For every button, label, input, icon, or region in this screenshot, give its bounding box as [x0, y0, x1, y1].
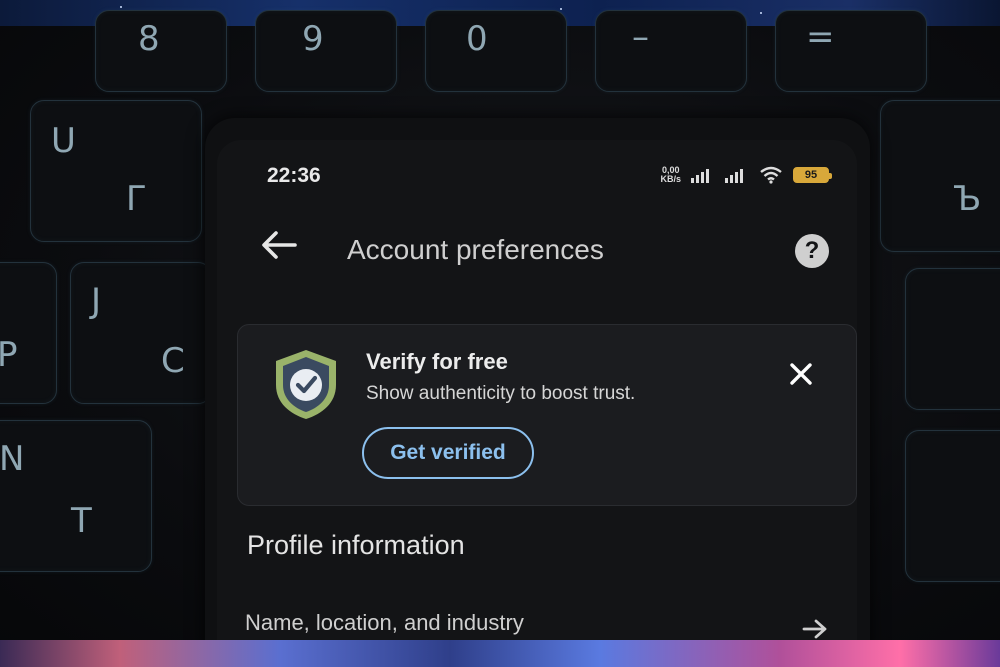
- key-label: 0: [466, 19, 488, 59]
- key-label: Г: [126, 179, 147, 219]
- keyboard-key: P: [0, 262, 57, 404]
- key-label: 9: [302, 19, 324, 59]
- status-icons: 0,00 KB/s 95: [660, 166, 832, 184]
- app-screen: 22:36 0,00 KB/s 95 Account preferences ?…: [217, 140, 857, 660]
- arrow-left-icon[interactable]: [259, 228, 299, 262]
- phone-device: 22:36 0,00 KB/s 95 Account preferences ?…: [205, 118, 870, 660]
- wifi-icon: [760, 166, 782, 184]
- key-label: C: [161, 341, 185, 381]
- key-label: U: [51, 121, 76, 161]
- keyboard-key: Ъ: [880, 100, 1000, 252]
- network-speed: 0,00 KB/s: [660, 166, 681, 184]
- key-label: 8: [138, 19, 160, 59]
- section-title: Profile information: [247, 530, 465, 560]
- key-label: Ъ: [953, 179, 982, 219]
- star: [560, 8, 562, 10]
- question-mark-icon[interactable]: ?: [795, 234, 829, 268]
- star: [120, 6, 122, 8]
- keyboard-key: NT: [0, 420, 152, 572]
- verify-description: Show authenticity to boost trust.: [366, 383, 636, 404]
- star: [760, 12, 762, 14]
- key-label: =: [806, 17, 835, 57]
- keyboard-key: 0: [425, 10, 567, 92]
- keyboard-key: JC: [70, 262, 212, 404]
- key-label: J: [91, 281, 102, 321]
- shield-check-icon: [276, 350, 336, 419]
- verify-card: Verify for free Show authenticity to boo…: [237, 324, 857, 506]
- list-item-label[interactable]: Name, location, and industry: [245, 610, 524, 636]
- keyboard-key: UГ: [30, 100, 202, 242]
- background-strip-bottom: [0, 640, 1000, 667]
- battery-icon: 95: [793, 167, 832, 183]
- key-label: N: [0, 439, 25, 479]
- key-label: –: [632, 17, 649, 57]
- verify-title: Verify for free: [366, 349, 508, 374]
- signal-bars-icon: [725, 169, 743, 183]
- keyboard-key: [905, 430, 1000, 582]
- keyboard-key: =: [775, 10, 927, 92]
- get-verified-button[interactable]: Get verified: [362, 427, 534, 479]
- status-time: 22:36: [267, 164, 321, 187]
- signal-bars-icon: [691, 169, 709, 183]
- arrow-right-icon[interactable]: [801, 618, 829, 640]
- key-label: T: [71, 501, 92, 541]
- page-title: Account preferences: [347, 234, 604, 265]
- keyboard-key: [905, 268, 1000, 410]
- close-icon[interactable]: [788, 361, 814, 387]
- keyboard-key: –: [595, 10, 747, 92]
- photo-scene: 8 9 0 – = UГ JC P NT Ъ 22:36 0,00 KB/s 9…: [0, 0, 1000, 667]
- keyboard-key: 9: [255, 10, 397, 92]
- key-label: P: [0, 335, 18, 375]
- network-speed-unit: KB/s: [660, 174, 681, 184]
- keyboard-key: 8: [95, 10, 227, 92]
